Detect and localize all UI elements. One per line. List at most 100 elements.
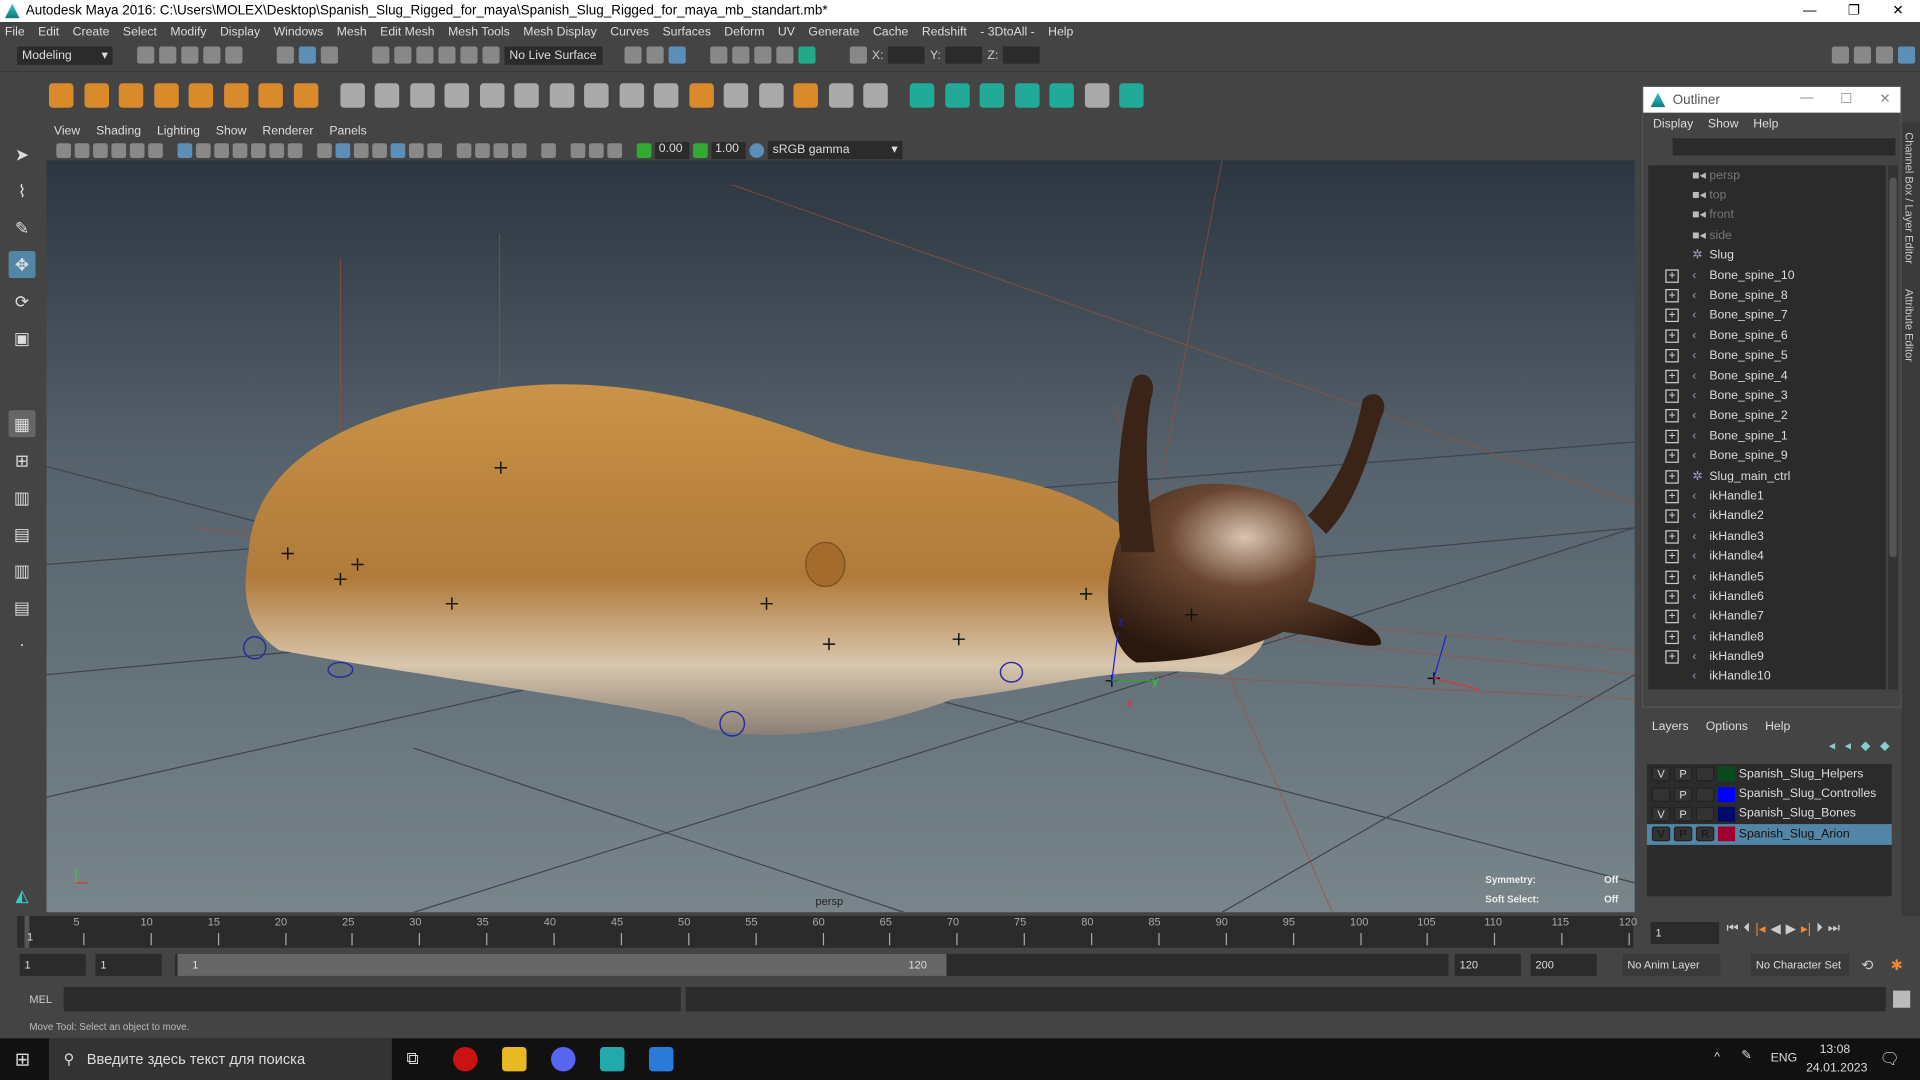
menu-windows[interactable]: Windows [274, 26, 324, 39]
modeling-toolkit-icon[interactable] [1831, 46, 1849, 64]
camera-attributes-icon[interactable] [74, 142, 90, 158]
four-view-layout-icon[interactable]: ⊞ [9, 447, 36, 474]
expand-icon[interactable]: + [1665, 449, 1679, 464]
file-explorer-app-icon[interactable] [502, 1046, 527, 1072]
shelf-tool-icon[interactable] [153, 83, 179, 108]
isolate-select-icon[interactable] [541, 142, 556, 158]
menu-display[interactable]: Display [220, 26, 260, 39]
expand-icon[interactable]: + [1665, 349, 1679, 363]
layer-visibility-toggle[interactable]: V [1651, 806, 1671, 822]
scene-start-field[interactable]: 1 [19, 953, 86, 976]
expand-icon[interactable]: + [1665, 268, 1679, 283]
render-view-icon[interactable] [798, 46, 816, 64]
outliner-item[interactable]: + ‹ ikHandle4 [1648, 547, 1886, 567]
expand-icon[interactable]: + [1665, 329, 1679, 343]
snap-live-icon[interactable] [482, 46, 500, 64]
screen-space-ao-icon[interactable] [588, 142, 604, 158]
ambient-occlusion-icon[interactable] [493, 142, 509, 158]
outliner-title-bar[interactable]: Outliner — ☐ ✕ [1643, 86, 1901, 113]
taskbar-search[interactable]: ⚲ Введите здесь текст для поиска [48, 1038, 392, 1080]
panel-menu-show[interactable]: Show [216, 124, 247, 137]
attribute-editor-toggle-icon[interactable] [1853, 46, 1872, 64]
outliner-item[interactable]: + ‹ Bone_spine_4 [1648, 366, 1886, 386]
wireframe-icon[interactable] [317, 142, 332, 158]
textured-icon[interactable] [390, 142, 406, 158]
menu-uv[interactable]: UV [778, 26, 795, 39]
grease-pencil-icon[interactable] [148, 142, 163, 158]
playback-start-field[interactable]: 1 [95, 953, 162, 976]
persp-outliner-layout-icon[interactable]: ▤ [9, 520, 36, 547]
menu-generate[interactable]: Generate [808, 26, 859, 39]
shelf-tool-icon[interactable] [549, 83, 574, 108]
camera-select-icon[interactable] [56, 142, 72, 158]
expand-icon[interactable]: + [1665, 369, 1679, 383]
safe-title-icon[interactable] [287, 142, 303, 158]
channel-box-tab[interactable]: Channel Box / Layer Editor [1903, 132, 1915, 264]
expand-icon[interactable]: + [1665, 409, 1679, 423]
image-plane-icon[interactable] [111, 142, 127, 158]
outliner-menu-show[interactable]: Show [1708, 118, 1739, 131]
discord-app-icon[interactable] [551, 1046, 576, 1072]
menu-file[interactable]: File [5, 26, 25, 39]
use-lights-icon[interactable] [408, 142, 424, 158]
maya-app-icon[interactable] [600, 1046, 625, 1072]
outliner-menu-help[interactable]: Help [1753, 118, 1778, 131]
shelf-tool-icon[interactable] [793, 83, 818, 108]
snap-point-icon[interactable] [416, 46, 434, 64]
shelf-tool-icon[interactable] [584, 83, 609, 108]
expand-icon[interactable]: + [1665, 289, 1679, 303]
xray-joints-icon[interactable] [475, 142, 490, 158]
menu-cache[interactable]: Cache [873, 26, 908, 39]
outliner-item[interactable]: + ‹ ikHandle6 [1648, 587, 1886, 607]
gate-mask-icon[interactable] [232, 142, 248, 158]
shelf-tool-icon[interactable] [479, 83, 504, 108]
layer-color-swatch[interactable] [1717, 786, 1736, 802]
expand-icon[interactable]: + [1665, 389, 1679, 403]
layer-visibility-toggle[interactable]: V [1651, 766, 1671, 782]
layer-color-swatch[interactable] [1717, 826, 1736, 842]
shelf-tool-icon[interactable] [688, 83, 714, 108]
menu-deform[interactable]: Deform [724, 26, 764, 39]
output-ops-icon[interactable] [646, 46, 664, 64]
save-scene-icon[interactable] [181, 46, 199, 64]
live-surface-field[interactable]: No Live Surface [504, 45, 603, 65]
resolution-gate-icon[interactable] [214, 142, 229, 158]
exposure-field[interactable]: 0.00 [655, 141, 690, 159]
layer-color-swatch[interactable] [1717, 806, 1736, 822]
gamma-icon[interactable] [693, 142, 708, 158]
new-empty-layer-icon[interactable]: ◆ [1861, 740, 1870, 753]
hypershade-layout-icon[interactable]: ▤ [9, 594, 36, 621]
outliner-item[interactable]: + ‹ Bone_spine_7 [1648, 306, 1886, 326]
language-indicator[interactable]: ENG [1771, 1052, 1798, 1065]
film-gate-icon[interactable] [195, 142, 211, 158]
viewport-persp[interactable]: z y x persp Symmetry: Off Soft Select: O… [46, 160, 1635, 913]
render-settings-icon[interactable] [754, 46, 772, 64]
outliner-item[interactable]: ✲ Slug [1648, 246, 1886, 266]
input-ops-icon[interactable] [624, 46, 642, 64]
xray-icon[interactable] [456, 142, 472, 158]
outliner-item[interactable]: ■◂ front [1648, 205, 1886, 225]
graph-layout-icon[interactable]: ▥ [9, 557, 36, 584]
shelf-tool-icon[interactable] [83, 83, 109, 108]
outliner-item[interactable]: + ‹ ikHandle8 [1648, 627, 1886, 647]
shelf-tool-icon[interactable] [444, 83, 469, 108]
expand-icon[interactable]: + [1665, 630, 1679, 644]
mel-input[interactable] [63, 986, 681, 1012]
expand-icon[interactable]: + [1665, 590, 1679, 604]
layer-playback-toggle[interactable]: P [1673, 786, 1693, 802]
outliner-item[interactable]: + ✲ Slug_main_ctrl [1648, 466, 1886, 486]
layer-reference-toggle[interactable]: R [1695, 826, 1715, 842]
lasso-tool-icon[interactable]: ⌇ [9, 178, 36, 205]
panel-menu-view[interactable]: View [54, 124, 80, 137]
redo-icon[interactable] [225, 46, 243, 64]
current-frame-field[interactable]: 1 [1650, 922, 1720, 945]
play-forward-icon[interactable]: ▶ [1786, 921, 1796, 937]
playback-end-field[interactable]: 120 [1454, 953, 1521, 976]
outliner-item[interactable]: ■◂ top [1648, 185, 1886, 205]
step-back-frame-icon[interactable]: |◂ [1755, 921, 1765, 937]
menu-mesh[interactable]: Mesh [337, 26, 367, 39]
shelf-tool-icon[interactable] [909, 83, 935, 108]
outliner-item[interactable]: + ‹ Bone_spine_9 [1648, 446, 1886, 466]
layer-visibility-toggle[interactable] [1651, 786, 1671, 802]
two-d-pan-icon[interactable] [129, 142, 145, 158]
